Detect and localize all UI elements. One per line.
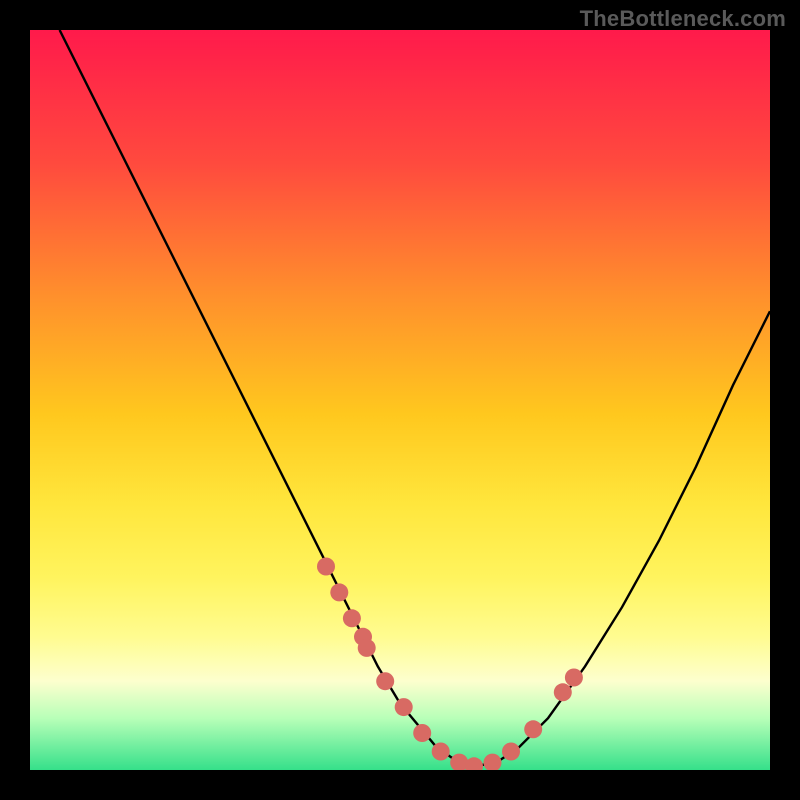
curve-marker-dot [358, 639, 376, 657]
watermark-text: TheBottleneck.com [580, 6, 786, 32]
curve-marker-dot [413, 724, 431, 742]
curve-marker-dot [465, 757, 483, 770]
curve-marker-dot [376, 672, 394, 690]
curve-markers [317, 558, 583, 771]
curve-marker-dot [524, 720, 542, 738]
curve-marker-dot [343, 609, 361, 627]
curve-marker-dot [484, 754, 502, 770]
curve-marker-dot [317, 558, 335, 576]
curve-marker-dot [330, 583, 348, 601]
chart-frame: TheBottleneck.com [0, 0, 800, 800]
curve-marker-dot [395, 698, 413, 716]
curve-line [60, 30, 770, 766]
chart-svg [30, 30, 770, 770]
curve-marker-dot [432, 743, 450, 761]
curve-marker-dot [554, 683, 572, 701]
chart-plot-area [30, 30, 770, 770]
curve-marker-dot [502, 743, 520, 761]
curve-marker-dot [565, 669, 583, 687]
